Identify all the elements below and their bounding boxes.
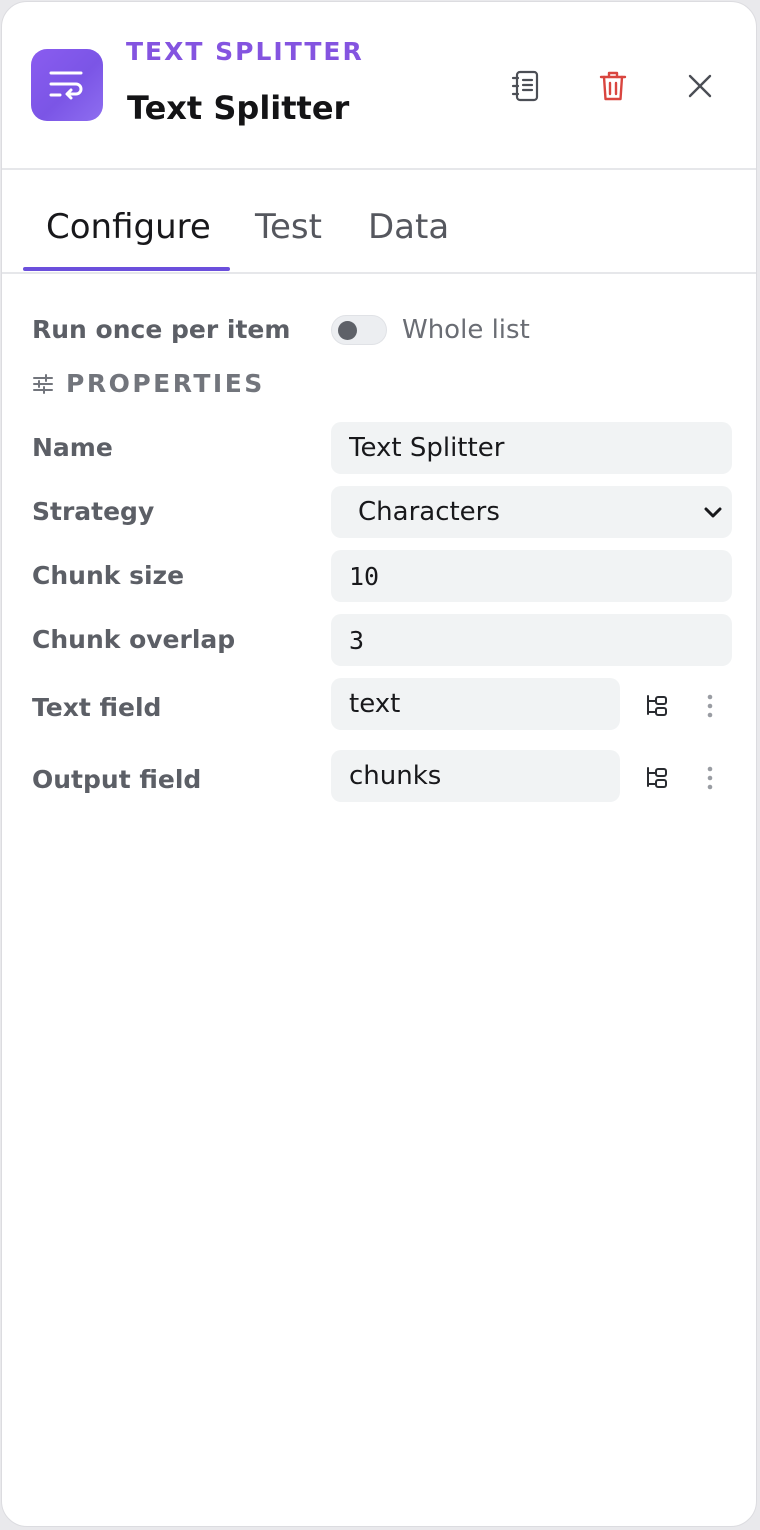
tab-bar: Configure Test Data bbox=[2, 170, 756, 274]
name-label: Name bbox=[32, 433, 113, 462]
node-config-panel: TEXT SPLITTER Text Splitter Configure Te… bbox=[1, 1, 757, 1527]
output-field-tree-button[interactable] bbox=[638, 760, 674, 796]
output-field-label: Output field bbox=[32, 765, 202, 794]
whole-list-label: Whole list bbox=[402, 315, 530, 345]
text-field-more-button[interactable] bbox=[692, 688, 728, 724]
properties-section-title: PROPERTIES bbox=[66, 369, 265, 398]
toggle-knob bbox=[338, 321, 357, 340]
tab-data[interactable]: Data bbox=[368, 206, 449, 248]
panel-header: TEXT SPLITTER Text Splitter bbox=[2, 2, 756, 170]
more-vertical-icon bbox=[707, 766, 713, 790]
delete-button[interactable] bbox=[591, 64, 635, 108]
node-title: Text Splitter bbox=[127, 89, 350, 127]
text-field-label: Text field bbox=[32, 693, 162, 722]
strategy-select[interactable]: Characters bbox=[331, 486, 732, 538]
node-type-label: TEXT SPLITTER bbox=[126, 37, 364, 66]
whole-list-toggle[interactable] bbox=[331, 315, 387, 345]
chunk-overlap-label: Chunk overlap bbox=[32, 625, 236, 654]
text-field-input[interactable] bbox=[331, 678, 620, 730]
tab-test[interactable]: Test bbox=[255, 206, 322, 248]
notebook-icon bbox=[511, 70, 539, 102]
chunk-overlap-input[interactable] bbox=[331, 614, 732, 666]
active-tab-indicator bbox=[23, 267, 230, 271]
text-wrap-icon bbox=[31, 49, 103, 121]
chunk-size-label: Chunk size bbox=[32, 561, 185, 590]
trash-icon bbox=[599, 71, 627, 101]
chunk-size-input[interactable] bbox=[331, 550, 732, 602]
run-mode-label: Run once per item bbox=[32, 315, 291, 344]
more-vertical-icon bbox=[707, 694, 713, 718]
close-icon bbox=[688, 74, 712, 98]
field-tree-icon bbox=[647, 695, 667, 716]
name-input[interactable] bbox=[331, 422, 732, 474]
tab-configure[interactable]: Configure bbox=[46, 206, 211, 248]
output-field-input[interactable] bbox=[331, 750, 620, 802]
chevron-down-icon bbox=[704, 507, 722, 518]
strategy-label: Strategy bbox=[32, 497, 155, 526]
text-field-tree-button[interactable] bbox=[638, 688, 674, 724]
sliders-icon bbox=[33, 374, 53, 394]
close-button[interactable] bbox=[678, 64, 722, 108]
docs-button[interactable] bbox=[504, 64, 548, 108]
field-tree-icon bbox=[647, 767, 667, 788]
output-field-more-button[interactable] bbox=[692, 760, 728, 796]
strategy-value: Characters bbox=[358, 497, 500, 527]
